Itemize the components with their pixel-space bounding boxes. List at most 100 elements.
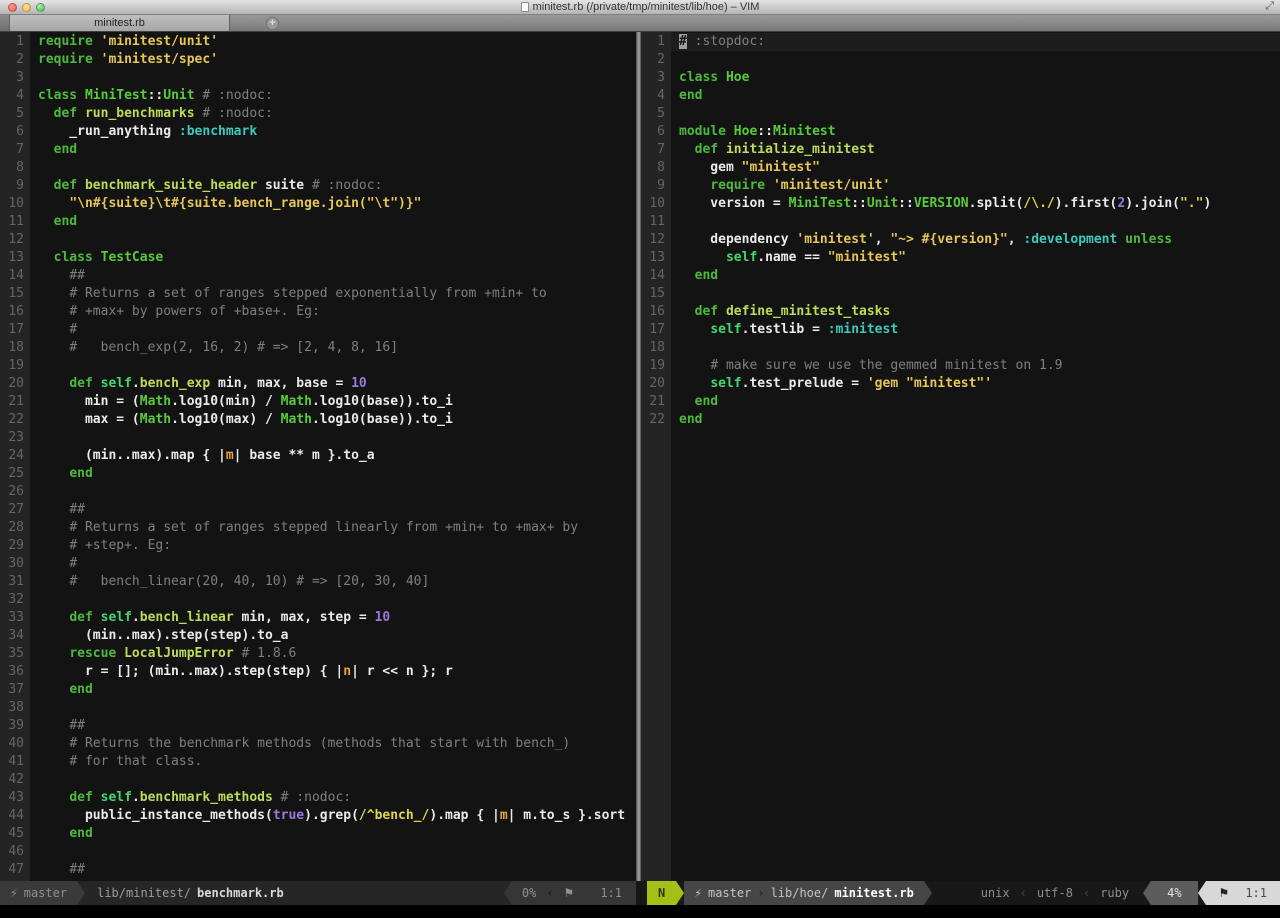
code-text: # Returns the benchmark methods (methods…	[30, 735, 636, 753]
line-number: 27	[0, 501, 30, 519]
code-line[interactable]: 22 max = (Math.log10(max) / Math.log10(b…	[0, 411, 636, 429]
code-line[interactable]: 29 # +step+. Eg:	[0, 537, 636, 555]
zoom-button[interactable]	[36, 3, 45, 12]
code-line[interactable]: 32	[0, 591, 636, 609]
code-line[interactable]: 39 ##	[0, 717, 636, 735]
code-line[interactable]: 11 end	[0, 213, 636, 231]
code-line[interactable]: 33 def self.bench_linear min, max, step …	[0, 609, 636, 627]
code-line[interactable]: 13 self.name == "minitest"	[641, 249, 1280, 267]
code-line[interactable]: 23	[0, 429, 636, 447]
code-line[interactable]: 1# :stopdoc:	[641, 33, 1280, 51]
code-line[interactable]: 8	[0, 159, 636, 177]
code-line[interactable]: 3	[0, 69, 636, 87]
fullscreen-icon[interactable]: ⤢	[1265, 0, 1274, 13]
code-line[interactable]: 37 end	[0, 681, 636, 699]
code-text: r = []; (min..max).step(step) { |n| r <<…	[30, 663, 636, 681]
code-line[interactable]: 45 end	[0, 825, 636, 843]
code-line[interactable]: 38	[0, 699, 636, 717]
line-number: 15	[0, 285, 30, 303]
line-number: 16	[0, 303, 30, 321]
code-line[interactable]: 40 # Returns the benchmark methods (meth…	[0, 735, 636, 753]
line-number: 10	[641, 195, 671, 213]
code-line[interactable]: 1require 'minitest/unit'	[0, 33, 636, 51]
code-line[interactable]: 6module Hoe::Minitest	[641, 123, 1280, 141]
code-line[interactable]: 18	[641, 339, 1280, 357]
code-line[interactable]: 21 min = (Math.log10(min) / Math.log10(b…	[0, 393, 636, 411]
line-number: 11	[0, 213, 30, 231]
code-line[interactable]: 20 def self.bench_exp min, max, base = 1…	[0, 375, 636, 393]
pane-minitest-rb[interactable]: 1# :stopdoc:23class Hoe4end56module Hoe:…	[641, 32, 1280, 881]
code-line[interactable]: 44 public_instance_methods(true).grep(/^…	[0, 807, 636, 825]
code-line[interactable]: 11	[641, 213, 1280, 231]
file-name: minitest.rb	[834, 886, 913, 900]
code-line[interactable]: 9 def benchmark_suite_header suite # :no…	[0, 177, 636, 195]
code-line[interactable]: 35 rescue LocalJumpError # 1.8.6	[0, 645, 636, 663]
code-text: dependency 'minitest', "~> #{version}", …	[671, 231, 1280, 249]
code-line[interactable]: 36 r = []; (min..max).step(step) { |n| r…	[0, 663, 636, 681]
code-line[interactable]: 7 def initialize_minitest	[641, 141, 1280, 159]
code-line[interactable]: 15	[641, 285, 1280, 303]
code-line[interactable]: 5 def run_benchmarks # :nodoc:	[0, 105, 636, 123]
code-line[interactable]: 20 self.test_prelude = 'gem "minitest"'	[641, 375, 1280, 393]
code-line[interactable]: 6 _run_anything :benchmark	[0, 123, 636, 141]
code-line[interactable]: 28 # Returns a set of ranges stepped lin…	[0, 519, 636, 537]
code-line[interactable]: 9 require 'minitest/unit'	[641, 177, 1280, 195]
code-line[interactable]: 42	[0, 771, 636, 789]
code-line[interactable]: 18 # bench_exp(2, 16, 2) # => [2, 4, 8, …	[0, 339, 636, 357]
code-text	[30, 69, 636, 87]
code-line[interactable]: 43 def self.benchmark_methods # :nodoc:	[0, 789, 636, 807]
line-number: 31	[0, 573, 30, 591]
code-line[interactable]: 13 class TestCase	[0, 249, 636, 267]
pane-benchmark-rb[interactable]: 1require 'minitest/unit'2require 'minite…	[0, 32, 636, 881]
code-line[interactable]: 3class Hoe	[641, 69, 1280, 87]
code-line[interactable]: 24 (min..max).map { |m| base ** m }.to_a	[0, 447, 636, 465]
code-line[interactable]: 31 # bench_linear(20, 40, 10) # => [20, …	[0, 573, 636, 591]
code-text: # bench_linear(20, 40, 10) # => [20, 30,…	[30, 573, 636, 591]
code-text: def self.benchmark_methods # :nodoc:	[30, 789, 636, 807]
code-line[interactable]: 10 "\n#{suite}\t#{suite.bench_range.join…	[0, 195, 636, 213]
code-line[interactable]: 19 # make sure we use the gemmed minites…	[641, 357, 1280, 375]
code-line[interactable]: 14 end	[641, 267, 1280, 285]
tab-label: minitest.rb	[94, 17, 145, 29]
code-line[interactable]: 4end	[641, 87, 1280, 105]
code-line[interactable]: 22end	[641, 411, 1280, 429]
code-line[interactable]: 2require 'minitest/spec'	[0, 51, 636, 69]
code-line[interactable]: 41 # for that class.	[0, 753, 636, 771]
code-line[interactable]: 12 dependency 'minitest', "~> #{version}…	[641, 231, 1280, 249]
file-path: lib/minitest/	[97, 886, 191, 900]
code-line[interactable]: 16 # +max+ by powers of +base+. Eg:	[0, 303, 636, 321]
code-line[interactable]: 26	[0, 483, 636, 501]
code-text: # :stopdoc:	[671, 33, 1280, 51]
code-line[interactable]: 46	[0, 843, 636, 861]
new-tab-button[interactable]: +	[266, 15, 279, 31]
code-line[interactable]: 2	[641, 51, 1280, 69]
code-line[interactable]: 47 ##	[0, 861, 636, 879]
code-line[interactable]: 4class MiniTest::Unit # :nodoc:	[0, 87, 636, 105]
code-line[interactable]: 10 version = MiniTest::Unit::VERSION.spl…	[641, 195, 1280, 213]
code-line[interactable]: 5	[641, 105, 1280, 123]
code-text: #	[30, 321, 636, 339]
traffic-lights	[8, 3, 45, 12]
code-line[interactable]: 19	[0, 357, 636, 375]
code-text: end	[30, 465, 636, 483]
code-line[interactable]: 7 end	[0, 141, 636, 159]
code-line[interactable]: 17 #	[0, 321, 636, 339]
code-line[interactable]: 16 def define_minitest_tasks	[641, 303, 1280, 321]
line-number: 22	[641, 411, 671, 429]
minimize-button[interactable]	[22, 3, 31, 12]
code-line[interactable]: 27 ##	[0, 501, 636, 519]
code-text: version = MiniTest::Unit::VERSION.split(…	[671, 195, 1280, 213]
close-button[interactable]	[8, 3, 17, 12]
code-line[interactable]: 25 end	[0, 465, 636, 483]
code-line[interactable]: 15 # Returns a set of ranges stepped exp…	[0, 285, 636, 303]
code-line[interactable]: 34 (min..max).step(step).to_a	[0, 627, 636, 645]
editor-area: 1require 'minitest/unit'2require 'minite…	[0, 32, 1280, 881]
line-number: 30	[0, 555, 30, 573]
code-line[interactable]: 21 end	[641, 393, 1280, 411]
tab-minitest-rb[interactable]: minitest.rb	[10, 15, 230, 31]
code-line[interactable]: 12	[0, 231, 636, 249]
code-line[interactable]: 14 ##	[0, 267, 636, 285]
code-line[interactable]: 17 self.testlib = :minitest	[641, 321, 1280, 339]
code-line[interactable]: 30 #	[0, 555, 636, 573]
code-line[interactable]: 8 gem "minitest"	[641, 159, 1280, 177]
